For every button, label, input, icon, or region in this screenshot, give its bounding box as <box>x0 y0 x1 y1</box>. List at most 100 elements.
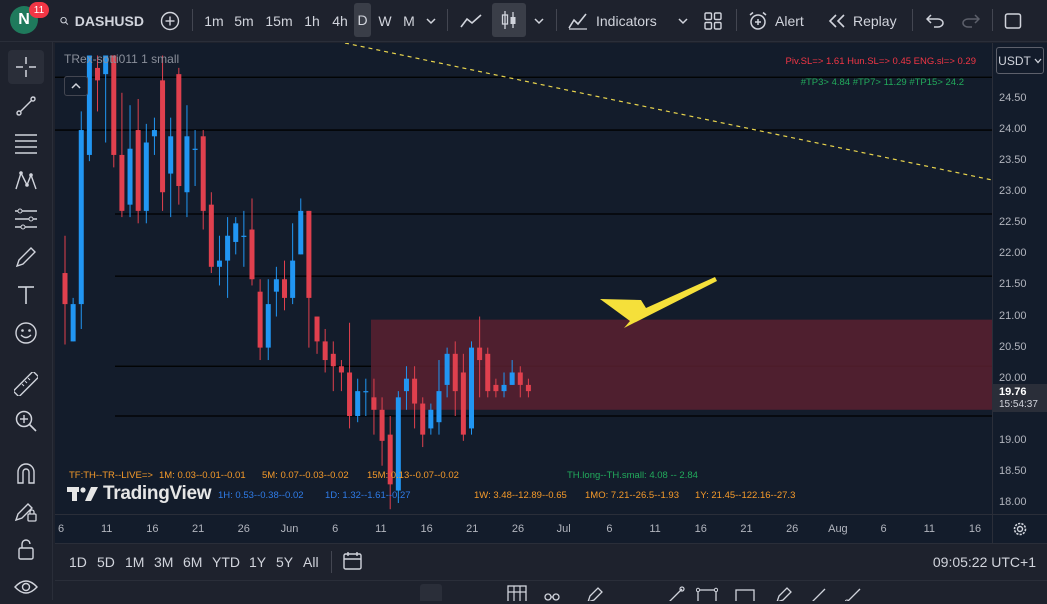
chart-type-dropdown[interactable] <box>530 0 548 41</box>
candle-body <box>485 353 491 392</box>
stay-drawing-tool[interactable] <box>8 494 44 528</box>
range-all[interactable]: All <box>303 554 319 570</box>
panel-rect-button[interactable] <box>695 587 719 601</box>
divider <box>447 9 448 31</box>
price-tick: 22.00 <box>999 247 1027 260</box>
price-axis[interactable]: USDT 24.50 24.00 23.50 23.00 22.50 22.00 21.50… <box>992 43 1047 514</box>
candle-body <box>509 372 515 385</box>
emoji-tool[interactable] <box>8 316 44 350</box>
candle <box>338 360 344 392</box>
candle-body <box>460 372 466 435</box>
panel-line-button[interactable] <box>667 586 685 601</box>
candles-chart-button[interactable] <box>492 3 526 37</box>
panel-rect-button-2[interactable] <box>734 587 756 601</box>
candle-body <box>265 304 271 348</box>
pattern-tool[interactable] <box>8 164 44 198</box>
range-3m[interactable]: 3M <box>154 554 173 570</box>
interval-4h[interactable]: 4h <box>326 0 354 41</box>
currency-selector[interactable]: USDT <box>996 47 1044 74</box>
range-1m[interactable]: 1M <box>125 554 144 570</box>
rectangle-icon <box>735 589 755 601</box>
candle-body <box>452 353 458 392</box>
magnet-tool[interactable] <box>8 456 44 490</box>
interval-w[interactable]: W <box>374 0 396 41</box>
candle <box>420 397 426 448</box>
redo-button[interactable] <box>958 0 984 41</box>
zoom-tool[interactable] <box>8 404 44 438</box>
candle-body <box>379 409 385 441</box>
line-chart-button[interactable] <box>456 0 486 41</box>
alert-button[interactable]: Alert <box>748 0 814 41</box>
brush-tool[interactable] <box>8 240 44 274</box>
indicators-dropdown[interactable] <box>674 0 692 41</box>
lock-drawings-tool[interactable] <box>8 532 44 566</box>
candle-body <box>216 260 222 267</box>
range-1d[interactable]: 1D <box>69 554 87 570</box>
hide-drawings-tool[interactable] <box>8 570 44 604</box>
utc-clock[interactable]: 09:05:22 UTC+1 <box>933 554 1036 570</box>
line-icon <box>844 588 861 601</box>
interval-1m[interactable]: 1m <box>200 0 228 41</box>
range-1y[interactable]: 1Y <box>249 554 266 570</box>
alert-label: Alert <box>775 12 804 29</box>
layout-button[interactable] <box>1000 0 1026 41</box>
candle-body <box>322 341 328 361</box>
zoom-in-icon <box>15 410 37 432</box>
interval-1h[interactable]: 1h <box>298 0 326 41</box>
time-tick: 26 <box>237 523 250 535</box>
undo-button[interactable] <box>922 0 948 41</box>
time-tick: 16 <box>694 523 707 535</box>
forecast-tool[interactable] <box>8 202 44 236</box>
interval-d-active[interactable]: D <box>354 3 371 37</box>
go-to-date-button[interactable] <box>342 551 364 576</box>
interval-5m[interactable]: 5m <box>230 0 258 41</box>
range-6m[interactable]: 6M <box>183 554 202 570</box>
candle <box>111 55 117 168</box>
interval-label: 4h <box>332 12 348 29</box>
fib-tool[interactable] <box>8 126 44 160</box>
compare-symbol-button[interactable] <box>156 0 184 41</box>
panel-pen-button-2[interactable] <box>775 586 793 601</box>
time-tick: 11 <box>923 523 936 535</box>
range-5d[interactable]: 5D <box>97 554 115 570</box>
candle-body <box>338 366 344 373</box>
replay-button[interactable]: Replay <box>828 0 904 41</box>
chart-settings-corner[interactable] <box>992 514 1047 543</box>
crosshair-tool[interactable] <box>8 50 44 84</box>
candle <box>314 316 320 354</box>
time-tick: 11 <box>649 523 661 535</box>
candle-body <box>420 403 426 435</box>
candle <box>282 260 288 311</box>
candle <box>62 235 68 345</box>
collapse-legend-button[interactable] <box>64 76 88 96</box>
chart-pane[interactable]: TRex-sotti011 1 small Piv.SL=> 1.61 Hun.… <box>55 43 992 514</box>
indicator-title: TRex-sotti011 1 small <box>64 52 180 66</box>
replay-icon <box>828 13 845 28</box>
panel-link-button[interactable] <box>542 587 562 601</box>
templates-button[interactable] <box>700 0 726 41</box>
interval-m[interactable]: M <box>398 0 420 41</box>
trend-line-tool[interactable] <box>8 89 44 123</box>
candle-body <box>208 204 214 267</box>
candle-body <box>436 391 442 423</box>
interval-dropdown[interactable] <box>422 0 440 41</box>
measure-tool[interactable] <box>8 367 44 401</box>
candle-body <box>371 397 377 410</box>
panel-tool-button[interactable] <box>420 584 442 601</box>
range-5y[interactable]: 5Y <box>276 554 293 570</box>
time-axis[interactable]: 6 11 16 21 26 Jun 6 11 16 21 26 Jul 6 11 16 21 26 Aug 6 11 1… <box>55 514 992 543</box>
price-tick: 24.50 <box>999 92 1027 104</box>
time-tick: 6 <box>57 523 65 535</box>
panel-line-button-3[interactable] <box>844 586 863 601</box>
indicators-button[interactable]: Indicators <box>568 0 664 41</box>
chevron-up-icon <box>71 82 81 89</box>
symbol-search[interactable]: DASHUSD <box>60 0 144 41</box>
text-tool[interactable] <box>8 278 44 312</box>
panel-line-button-2[interactable] <box>810 586 828 601</box>
candle-body <box>200 136 206 211</box>
candle <box>216 235 222 286</box>
panel-table-button[interactable] <box>507 585 527 601</box>
panel-pen-button[interactable] <box>586 586 604 601</box>
range-ytd[interactable]: YTD <box>212 554 240 570</box>
interval-15m[interactable]: 15m <box>262 0 296 41</box>
